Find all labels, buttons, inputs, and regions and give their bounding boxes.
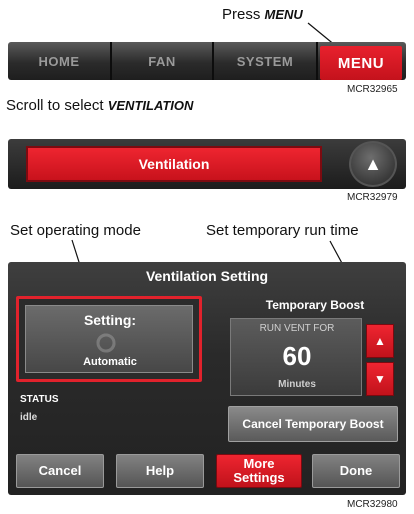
status-value: idle bbox=[20, 412, 38, 423]
figure-code-1: MCR32965 bbox=[347, 84, 398, 95]
setting-mode-value: Automatic bbox=[83, 356, 137, 368]
run-vent-label: RUN VENT FOR bbox=[259, 323, 335, 334]
fan-button[interactable]: FAN bbox=[112, 42, 214, 80]
instruction-prefix: Scroll to select bbox=[6, 97, 104, 114]
more-settings-button[interactable]: More Settings bbox=[216, 454, 302, 488]
run-vent-minutes-value: 60 bbox=[282, 341, 312, 371]
instruction-scroll: Scroll to select VENTILATION bbox=[6, 97, 193, 114]
instruction-prefix: Press bbox=[222, 6, 261, 23]
increase-time-button[interactable]: ▲ bbox=[366, 324, 394, 358]
cancel-button[interactable]: Cancel bbox=[16, 454, 104, 488]
figure-code-3: MCR32980 bbox=[347, 499, 398, 510]
callout-operating-mode: Set operating mode bbox=[10, 222, 141, 239]
screen-title: Ventilation Setting bbox=[145, 268, 269, 284]
system-button[interactable]: SYSTEM bbox=[214, 42, 318, 80]
run-vent-unit: Minutes bbox=[278, 379, 316, 390]
menu-list-row: Ventilation ▲ bbox=[8, 139, 406, 189]
callout-temporary-run-time: Set temporary run time bbox=[206, 222, 359, 239]
instruction-emphasis: VENTILATION bbox=[107, 98, 194, 113]
scroll-up-button[interactable]: ▲ bbox=[349, 141, 397, 187]
done-button[interactable]: Done bbox=[312, 454, 400, 488]
instruction-press-menu: Press MENU bbox=[222, 6, 303, 23]
ventilation-setting-screen: Ventilation Setting Setting: Automatic S… bbox=[8, 262, 406, 495]
run-vent-display: RUN VENT FOR 60 Minutes bbox=[230, 318, 362, 396]
down-arrow-icon: ▼ bbox=[374, 372, 386, 386]
up-arrow-icon: ▲ bbox=[374, 334, 386, 348]
ventilation-menu-item[interactable]: Ventilation bbox=[26, 146, 322, 182]
menu-button[interactable]: MENU bbox=[320, 46, 402, 80]
home-button[interactable]: HOME bbox=[8, 42, 112, 80]
setting-button[interactable]: Setting: Automatic bbox=[25, 305, 193, 373]
setting-highlight: Setting: Automatic bbox=[16, 296, 202, 382]
decrease-time-button[interactable]: ▼ bbox=[366, 362, 394, 396]
menu-bar: HOME FAN SYSTEM MENU bbox=[8, 42, 406, 80]
temporary-boost-title: Temporary Boost bbox=[265, 298, 365, 312]
up-arrow-icon: ▲ bbox=[364, 153, 382, 174]
cancel-temporary-boost-button[interactable]: Cancel Temporary Boost bbox=[228, 406, 398, 442]
help-button[interactable]: Help bbox=[116, 454, 204, 488]
status-label: STATUS bbox=[20, 394, 59, 405]
instruction-emphasis: MENU bbox=[264, 7, 303, 22]
setting-label: Setting: bbox=[83, 312, 137, 328]
fan-icon bbox=[84, 328, 128, 358]
figure-code-2: MCR32979 bbox=[347, 192, 398, 203]
